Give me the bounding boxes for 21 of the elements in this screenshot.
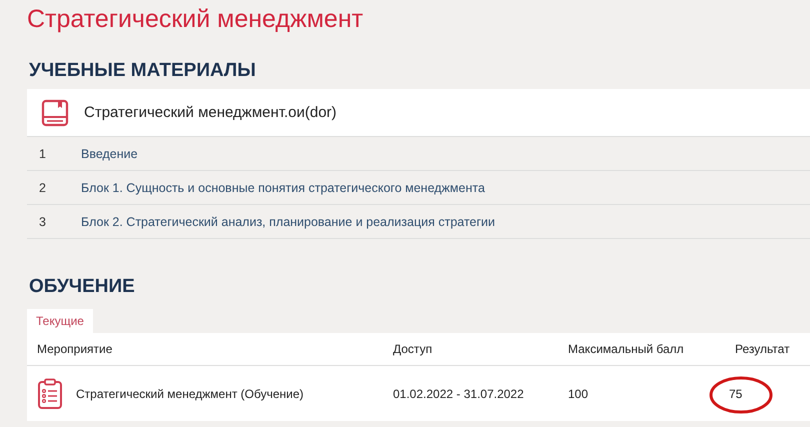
material-link[interactable]: Блок 2. Стратегический анализ, планирование и реализация стратегии [81,214,496,228]
course-title: Стратегический менеджмент.ои(dor) [84,104,337,121]
section-heading: УЧЕБНЫЕ МАТЕРИАЛЫ [29,59,256,83]
tab[interactable]: Текущие [27,309,93,333]
page-title: Стратегический менеджмент [27,4,364,34]
result-value: 75 [729,386,742,400]
column-header: Максимальный балл [567,342,685,356]
item-number: 2 [38,180,47,194]
item-number: 3 [38,214,47,228]
column-header: Результат [734,342,791,356]
column-header: Мероприятие [36,342,114,356]
item-number: 1 [38,146,47,160]
material-link[interactable]: Введение [81,146,138,160]
column-header: Доступ [392,342,434,356]
section-heading: ОБУЧЕНИЕ [29,275,135,299]
table-cell-text: 01.02.2022 - 31.07.2022 [392,386,525,400]
material-link[interactable]: Блок 1. Сущность и основные понятия стратегического менеджмента [81,180,485,194]
book-icon [41,98,69,126]
clipboard-icon [37,378,63,410]
activity-name: Стратегический менеджмент (Обучение) [76,386,304,400]
table-cell-text: 100 [567,386,590,400]
